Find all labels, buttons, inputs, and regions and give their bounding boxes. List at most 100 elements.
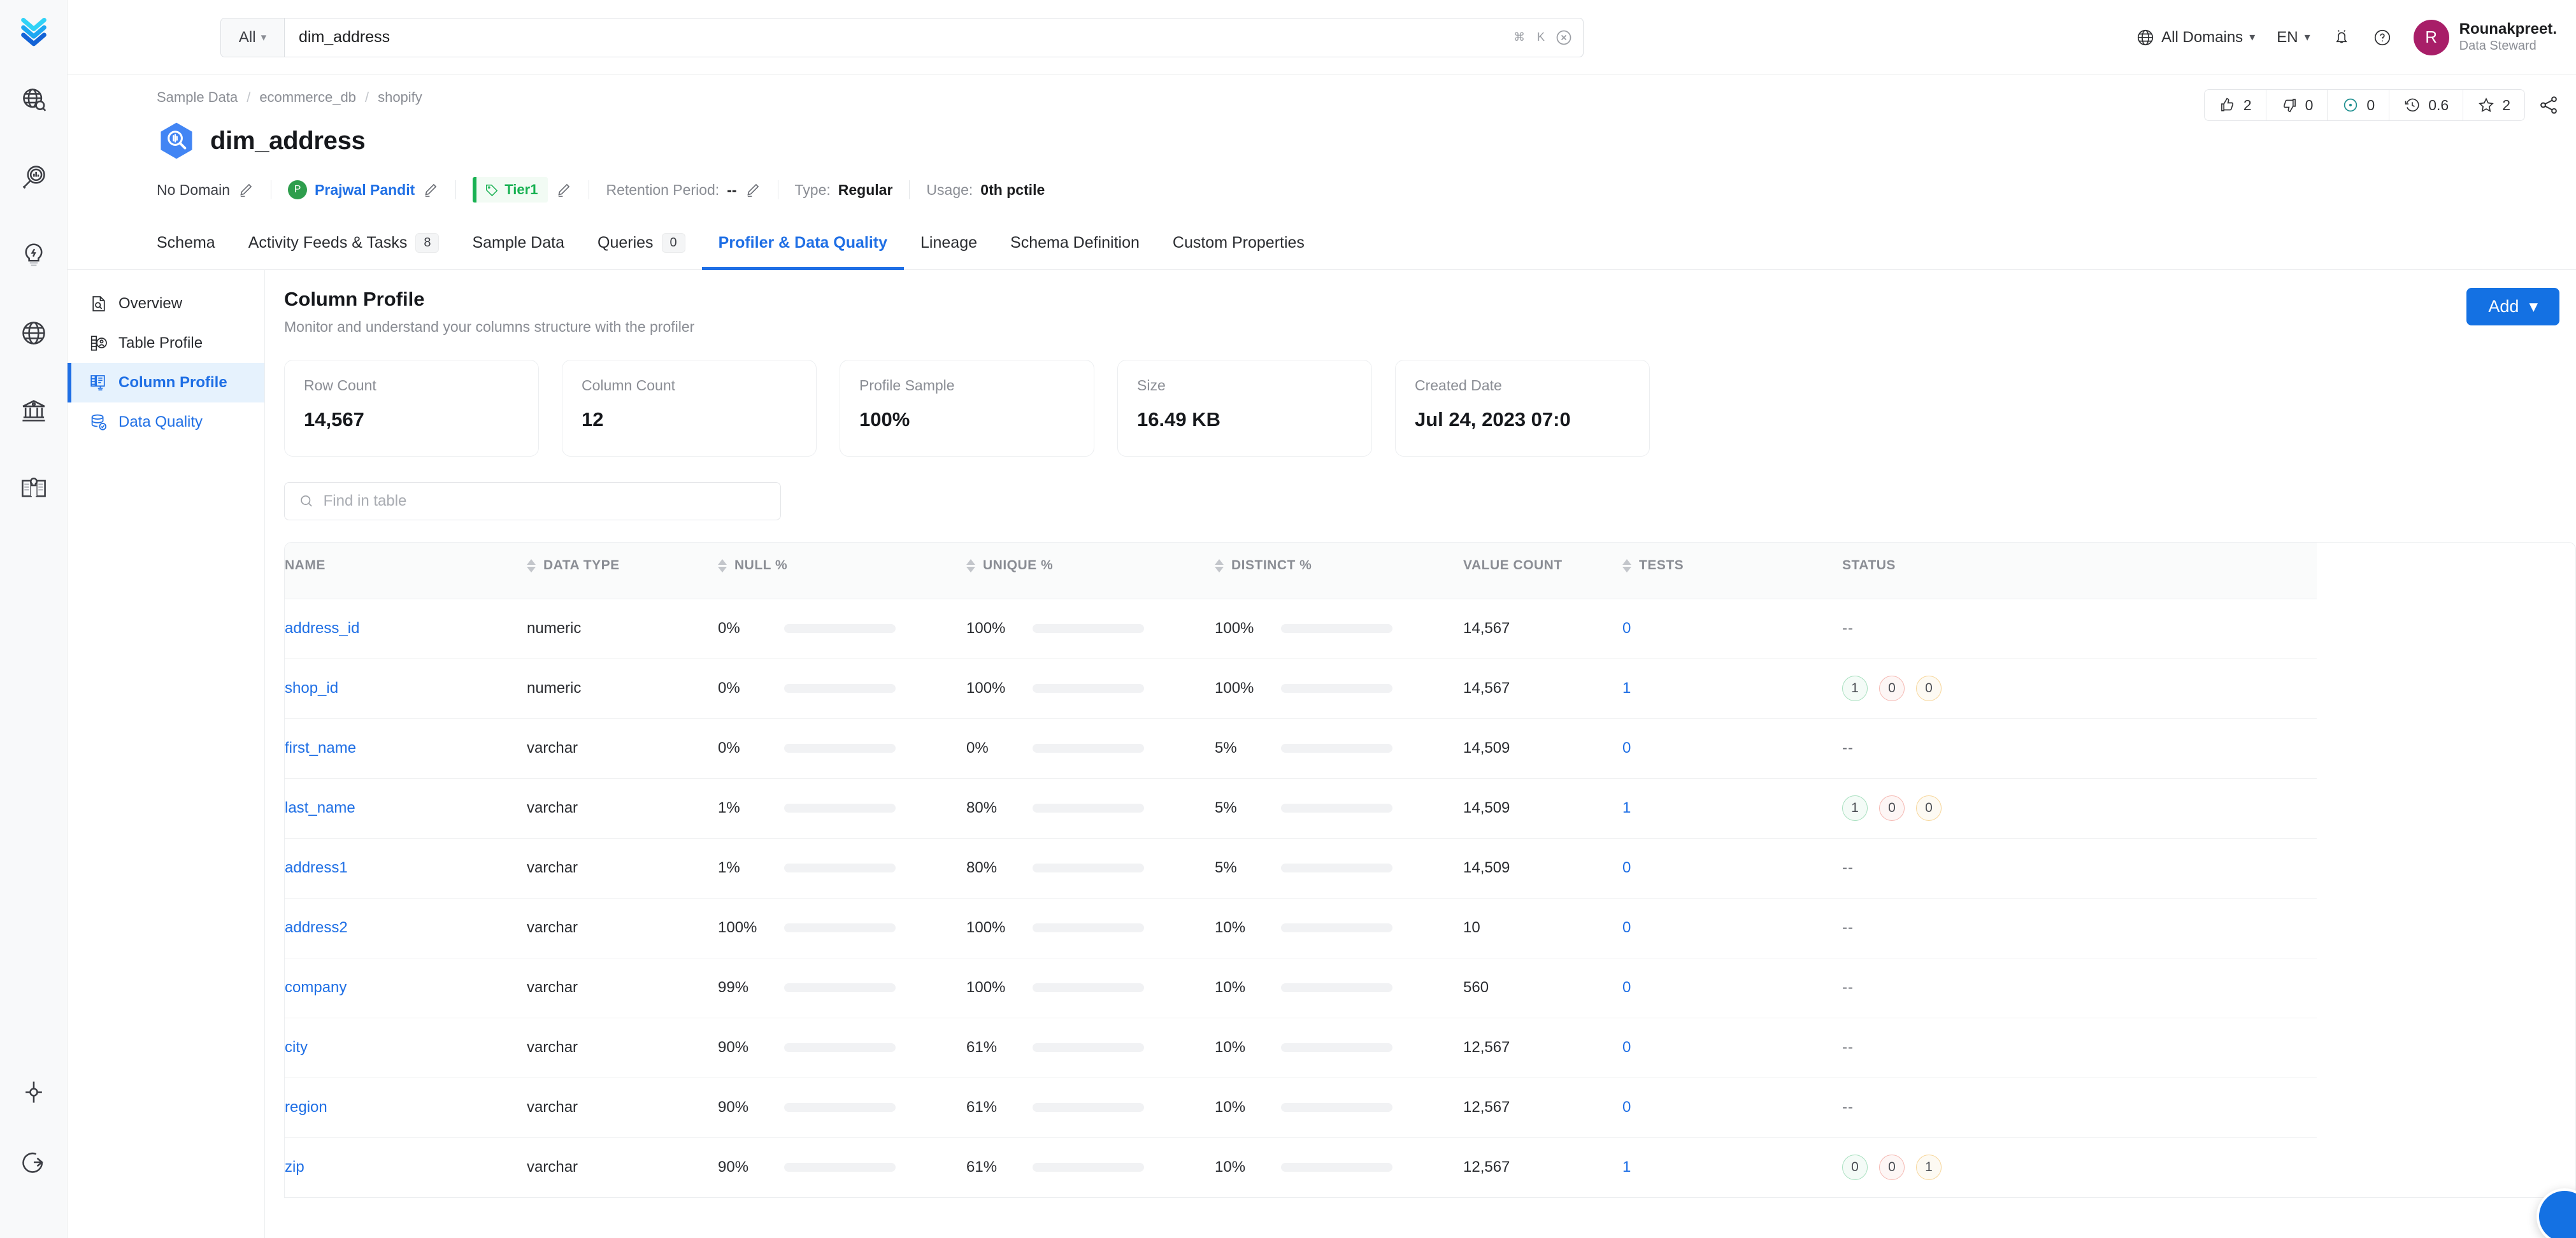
tier-badge[interactable]: Tier1 xyxy=(473,177,548,203)
column-name-link[interactable]: first_name xyxy=(285,739,356,757)
language-selector[interactable]: EN ▾ xyxy=(2277,29,2310,46)
column-name-link[interactable]: address1 xyxy=(285,859,348,876)
column-name-link[interactable]: company xyxy=(285,979,347,996)
meta-usage: Usage: 0th pctile xyxy=(910,181,1061,199)
tab-profiler-data-quality[interactable]: Profiler & Data Quality xyxy=(701,217,905,270)
bank-icon[interactable] xyxy=(14,391,54,430)
globe-icon[interactable] xyxy=(14,313,54,353)
find-in-table-input[interactable] xyxy=(323,492,766,510)
column-name-link[interactable]: region xyxy=(285,1099,327,1116)
col-header-unique-pct[interactable]: UNIQUE % xyxy=(966,543,1215,599)
status-aborted-badge[interactable]: 0 xyxy=(1916,795,1942,821)
breadcrumb-item-1[interactable]: ecommerce_db xyxy=(259,89,356,106)
col-header-data-type[interactable]: DATA TYPE xyxy=(527,543,718,599)
tests-link[interactable]: 0 xyxy=(1622,979,1631,996)
settings-node-icon[interactable] xyxy=(14,1072,54,1112)
user-menu[interactable]: R Rounakpreet. Data Steward xyxy=(2413,19,2557,55)
status-success-badge[interactable]: 0 xyxy=(1842,1155,1868,1181)
tab-activity-feeds-tasks[interactable]: Activity Feeds & Tasks 8 xyxy=(232,217,456,269)
close-circle-icon[interactable] xyxy=(1555,29,1573,46)
help-button[interactable] xyxy=(2373,28,2392,47)
edit-pencil-icon[interactable] xyxy=(238,181,254,198)
tab-lineage[interactable]: Lineage xyxy=(904,217,994,269)
tests-link[interactable]: 1 xyxy=(1622,799,1631,816)
domain-selector[interactable]: All Domains ▾ xyxy=(2136,28,2255,47)
logout-icon[interactable] xyxy=(14,1142,54,1182)
column-name-link[interactable]: address_id xyxy=(285,620,359,637)
search-scope-selector[interactable]: All ▾ xyxy=(221,18,285,57)
favorite-count: 2 xyxy=(2502,96,2510,113)
tab-schema-definition[interactable]: Schema Definition xyxy=(994,217,1156,269)
table-row: address2 varchar 100% 100% 10% 10 0 -- xyxy=(285,898,2317,958)
col-header-value-count[interactable]: VALUE COUNT xyxy=(1463,543,1622,599)
sort-toggle[interactable] xyxy=(966,559,975,573)
column-name-link[interactable]: zip xyxy=(285,1158,304,1176)
col-header-tests[interactable]: TESTS xyxy=(1622,543,1842,599)
upvote-button[interactable]: 2 xyxy=(2205,90,2266,120)
sort-toggle[interactable] xyxy=(1622,559,1631,573)
column-name-link[interactable]: city xyxy=(285,1039,308,1056)
sort-toggle[interactable] xyxy=(527,559,536,573)
magnifier-chart-icon[interactable] xyxy=(14,158,54,197)
tests-link[interactable]: 0 xyxy=(1622,620,1631,637)
col-header-status[interactable]: STATUS xyxy=(1842,543,2317,599)
find-in-table[interactable] xyxy=(284,482,781,520)
sidebar-item-data-quality[interactable]: Data Quality xyxy=(68,402,264,442)
tests-link[interactable]: 0 xyxy=(1622,919,1631,936)
status-failed-badge[interactable]: 0 xyxy=(1879,676,1905,701)
favorite-button[interactable]: 2 xyxy=(2463,90,2524,120)
edit-pencil-icon[interactable] xyxy=(745,181,761,198)
column-name-link[interactable]: shop_id xyxy=(285,679,338,697)
breadcrumb-item-0[interactable]: Sample Data xyxy=(157,89,238,106)
usage-stat[interactable]: 0.6 xyxy=(2389,90,2464,120)
owner-name[interactable]: Prajwal Pandit xyxy=(315,181,415,199)
col-header-distinct-pct[interactable]: DISTINCT % xyxy=(1215,543,1463,599)
breadcrumb-item-2[interactable]: shopify xyxy=(378,89,422,106)
globe-search-icon[interactable] xyxy=(14,80,54,120)
tab-sample-data[interactable]: Sample Data xyxy=(455,217,581,269)
bar-track xyxy=(1281,624,1392,633)
metric-card-row-count: Row Count 14,567 xyxy=(284,360,539,457)
status-empty: -- xyxy=(1842,919,1854,936)
cell-distinct-pct: 10% xyxy=(1215,1137,1463,1197)
global-search[interactable]: All ▾ ⌘ K xyxy=(220,17,1584,57)
tab-custom-properties[interactable]: Custom Properties xyxy=(1156,217,1321,269)
followers-button[interactable]: 0 xyxy=(2328,90,2390,120)
open-book-bulb-icon[interactable] xyxy=(14,469,54,508)
status-success-badge[interactable]: 1 xyxy=(1842,676,1868,701)
downvote-button[interactable]: 0 xyxy=(2266,90,2328,120)
sort-toggle[interactable] xyxy=(1215,559,1224,573)
share-icon[interactable] xyxy=(2538,94,2559,116)
tests-link[interactable]: 1 xyxy=(1622,679,1631,697)
sidebar-item-table-profile[interactable]: Table Profile xyxy=(68,324,264,363)
status-aborted-badge[interactable]: 1 xyxy=(1916,1155,1942,1181)
tests-link[interactable]: 0 xyxy=(1622,739,1631,757)
app-logo-icon[interactable] xyxy=(14,11,54,51)
meta-tier: Tier1 xyxy=(456,177,589,203)
tests-link[interactable]: 0 xyxy=(1622,859,1631,876)
tests-link[interactable]: 0 xyxy=(1622,1039,1631,1056)
bar-track xyxy=(784,1163,896,1172)
tests-link[interactable]: 1 xyxy=(1622,1158,1631,1176)
column-name-link[interactable]: last_name xyxy=(285,799,355,816)
edit-pencil-icon[interactable] xyxy=(555,181,572,198)
status-failed-badge[interactable]: 0 xyxy=(1879,795,1905,821)
col-header-name[interactable]: NAME xyxy=(285,543,527,599)
sort-toggle[interactable] xyxy=(718,559,727,573)
add-button[interactable]: Add ▾ xyxy=(2466,288,2559,325)
status-aborted-badge[interactable]: 0 xyxy=(1916,676,1942,701)
sidebar-item-overview[interactable]: Overview xyxy=(68,284,264,324)
cell-status: -- xyxy=(1842,958,2317,1018)
search-input[interactable] xyxy=(285,18,1512,57)
tests-link[interactable]: 0 xyxy=(1622,1099,1631,1116)
column-name-link[interactable]: address2 xyxy=(285,919,348,936)
lightbulb-bolt-icon[interactable] xyxy=(14,236,54,275)
col-header-null-pct[interactable]: NULL % xyxy=(718,543,966,599)
edit-pencil-icon[interactable] xyxy=(422,181,439,198)
status-success-badge[interactable]: 1 xyxy=(1842,795,1868,821)
tab-schema[interactable]: Schema xyxy=(157,217,232,269)
tab-queries[interactable]: Queries 0 xyxy=(581,217,702,269)
sidebar-item-column-profile[interactable]: Column Profile xyxy=(68,363,264,402)
status-failed-badge[interactable]: 0 xyxy=(1879,1155,1905,1181)
notifications-button[interactable] xyxy=(2332,28,2351,47)
